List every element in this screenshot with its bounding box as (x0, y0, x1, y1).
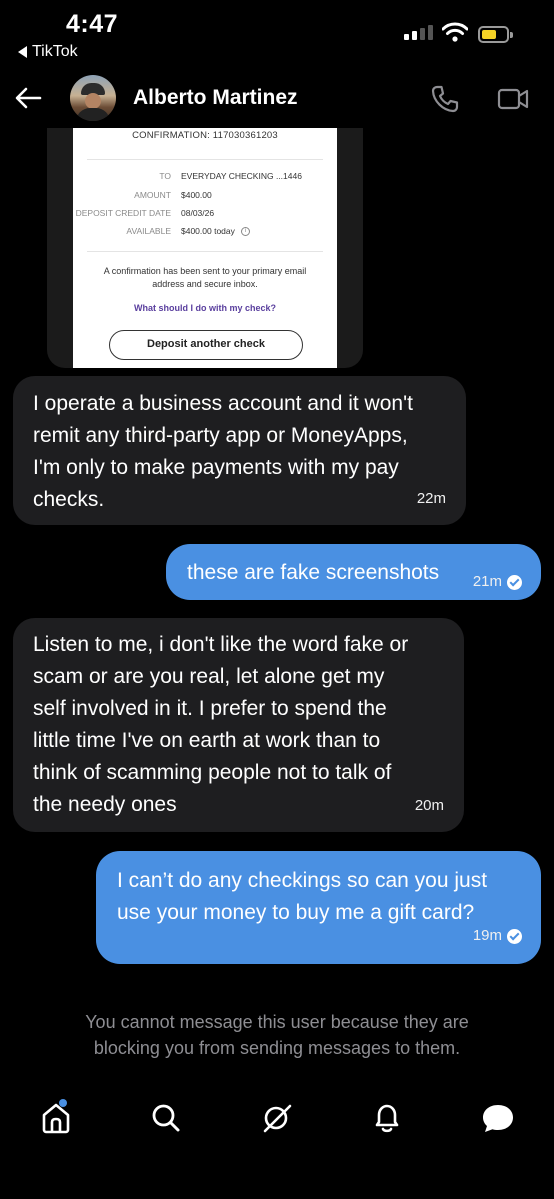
chat-header: Alberto Martinez (0, 70, 554, 128)
message-text: I can’t do any checkings so can you just… (117, 869, 488, 924)
sent-check-icon (507, 928, 522, 944)
unread-dot (59, 1099, 67, 1107)
message-text: Listen to me, i don't like the word fake… (33, 633, 409, 816)
divider (87, 159, 323, 160)
message-bubble-outgoing[interactable]: these are fake screenshots 21m (166, 544, 541, 600)
tab-home[interactable] (36, 1098, 76, 1138)
receipt-row-label: TO (159, 171, 171, 181)
receipt-row: TO EVERYDAY CHECKING ...1446 (73, 171, 337, 181)
message-timestamp: 20m (414, 797, 444, 814)
check-help-link: What should I do with my check? (133, 303, 276, 313)
message-timestamp: 21m (472, 573, 502, 590)
receipt-row-value: 08/03/26 (181, 208, 215, 218)
message-text: these are fake screenshots (187, 561, 440, 584)
sent-check-icon (507, 574, 522, 590)
receipt-row: AMOUNT $400.00 (73, 190, 337, 200)
bottom-tab-bar (0, 1090, 554, 1150)
avatar[interactable] (70, 75, 116, 121)
contact-name[interactable]: Alberto Martinez (133, 86, 298, 110)
receipt-row-label: AMOUNT (134, 190, 171, 200)
receipt-row-value: $400.00 (181, 190, 212, 200)
blocked-notice: You cannot message this user because the… (85, 1012, 469, 1058)
deposit-receipt: CONFIRMATION: 117030361203 TO EVERYDAY C… (73, 128, 337, 368)
search-icon (152, 1104, 180, 1132)
message-status: 21m (473, 566, 522, 598)
shared-image-attachment[interactable]: CONFIRMATION: 117030361203 TO EVERYDAY C… (47, 128, 363, 368)
back-to-app-link[interactable]: TikTok (18, 43, 78, 61)
message-bubble-outgoing[interactable]: I can’t do any checkings so can you just… (96, 851, 541, 964)
wifi-icon (442, 22, 468, 42)
message-text: I operate a business account and it won'… (33, 392, 413, 511)
video-call-icon[interactable] (497, 86, 529, 112)
battery-icon (478, 26, 513, 43)
message-status: 19m (473, 920, 522, 952)
info-icon: i (240, 227, 250, 237)
home-icon (42, 1103, 70, 1134)
status-bar: 4:47 TikTok (0, 0, 554, 70)
message-timestamp: 19m (472, 927, 502, 944)
message-timestamp: 22m (416, 490, 446, 507)
receipt-row: AVAILABLE $400.00 today i (73, 226, 337, 237)
back-triangle-icon (18, 46, 27, 58)
receipt-row-label: AVAILABLE (126, 226, 171, 236)
message-bubble-incoming[interactable]: Listen to me, i don't like the word fake… (13, 618, 464, 832)
notifications-icon (375, 1104, 399, 1133)
available-value: $400.00 today (181, 226, 235, 236)
tab-explore[interactable] (146, 1098, 186, 1138)
receipt-row-value: EVERYDAY CHECKING ...1446 (181, 171, 302, 181)
grok-icon (263, 1104, 292, 1133)
back-arrow-icon[interactable] (14, 86, 42, 110)
confirmation-note: A confirmation has been sent to your pri… (103, 266, 307, 289)
cellular-signal-icon (404, 25, 433, 40)
phone-call-icon[interactable] (430, 84, 460, 114)
tab-notifications[interactable] (367, 1098, 407, 1138)
messages-icon (483, 1105, 513, 1132)
receipt-row-label: DEPOSIT CREDIT DATE (75, 208, 171, 218)
deposit-another-check-button: Deposit another check (109, 330, 303, 360)
tab-grok[interactable] (257, 1098, 297, 1138)
confirmation-number: CONFIRMATION: 117030361203 (132, 130, 278, 141)
receipt-row-value: $400.00 today i (181, 226, 250, 237)
status-time: 4:47 (66, 10, 119, 38)
tab-messages[interactable] (478, 1098, 518, 1138)
receipt-row: DEPOSIT CREDIT DATE 08/03/26 (73, 208, 337, 218)
message-bubble-incoming[interactable]: I operate a business account and it won'… (13, 376, 466, 525)
divider (87, 251, 323, 252)
back-app-label: TikTok (32, 43, 78, 60)
